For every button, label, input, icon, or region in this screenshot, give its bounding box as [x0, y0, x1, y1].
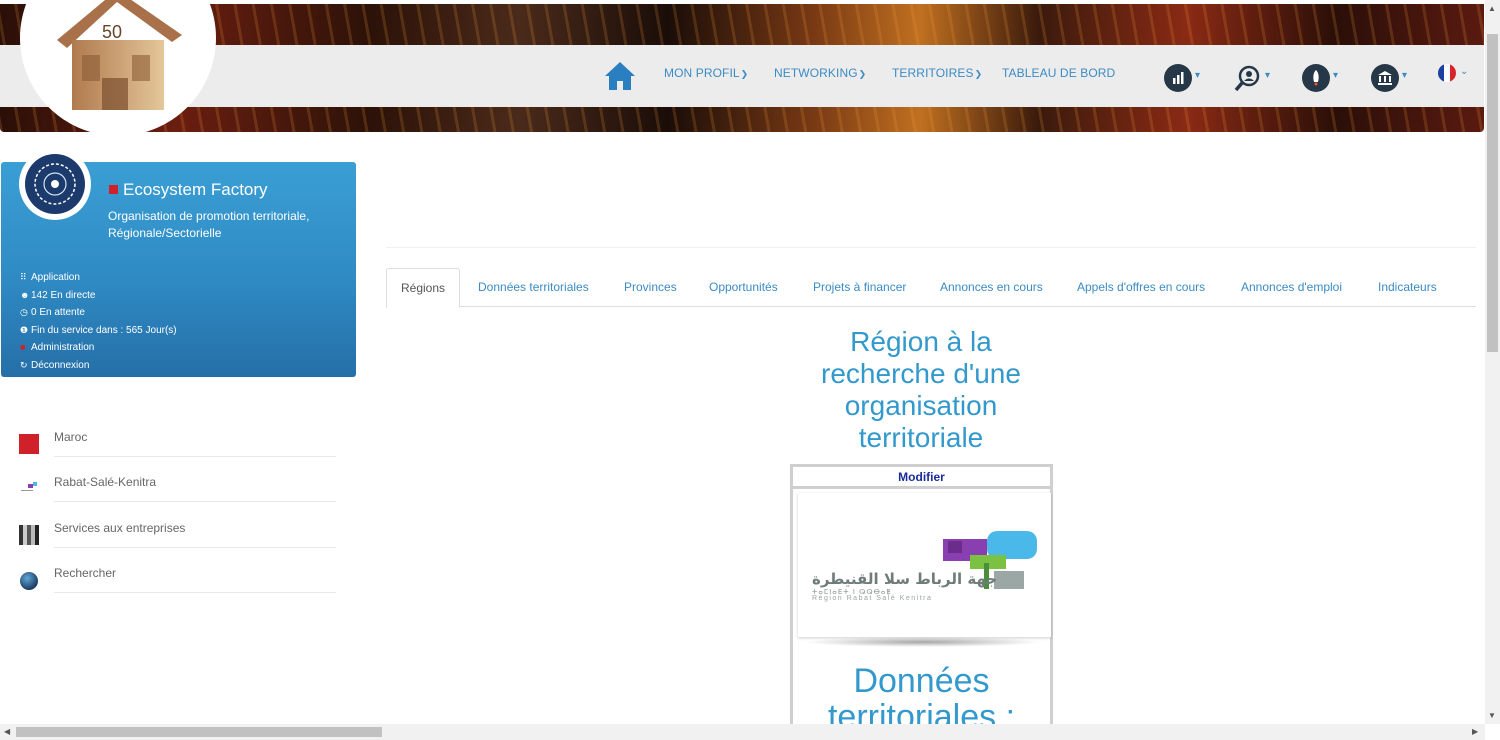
nav-networking[interactable]: NETWORKING❯	[774, 66, 866, 80]
region-heading: Région à la recherche d'une organisation…	[821, 326, 1021, 453]
region-logo-image: جهة الرباط سلا القنيطرة ⵜⴰⵎⵏⴰⴹⵜ ⵏ ⵕⵕⴱⴰⵟ …	[798, 493, 1051, 637]
nav-mon-profil[interactable]: MON PROFIL❯	[664, 66, 748, 80]
admin-icon: ■	[20, 342, 26, 352]
status-square-icon	[109, 185, 118, 194]
tab-annonces-emploi[interactable]: Annonces d'emploi	[1241, 268, 1342, 307]
home-icon[interactable]	[604, 60, 636, 92]
tab-annonces-en-cours[interactable]: Annonces en cours	[940, 268, 1043, 307]
nav-territoires[interactable]: TERRITOIRES❯	[892, 66, 982, 80]
users-icon: ☻	[20, 289, 30, 300]
tab-donnees-territoriales[interactable]: Données territoriales	[478, 268, 589, 307]
rocket-icon[interactable]	[1302, 64, 1330, 92]
chevron-down-icon[interactable]: ▾	[1265, 70, 1270, 81]
bank-icon[interactable]	[1371, 64, 1399, 92]
stat-en-directe[interactable]: ☻ 142 En directe	[20, 287, 177, 305]
svg-text:50: 50	[102, 22, 122, 42]
globe-icon	[20, 572, 38, 590]
chevron-down-icon[interactable]: ▾	[1195, 70, 1200, 81]
menu-deconnexion[interactable]: ↻ Déconnexion	[20, 357, 177, 375]
scroll-down-icon[interactable]: ▼	[1488, 711, 1496, 720]
building-icon	[19, 525, 39, 545]
search-user-icon[interactable]	[1234, 64, 1262, 92]
nav-tableau-de-bord[interactable]: TABLEAU DE BORD	[1002, 66, 1115, 80]
avatar[interactable]	[19, 148, 91, 220]
tab-projets-a-financer[interactable]: Projets à financer	[813, 268, 906, 307]
sidebar-item-maroc[interactable]: Maroc	[18, 430, 336, 480]
profile-info-list: ⠿ Application ☻ 142 En directe ◷ 0 En atten…	[20, 269, 177, 374]
logout-icon: ↻	[20, 359, 28, 370]
stat-en-attente[interactable]: ◷ 0 En attente	[20, 304, 177, 322]
snowflake-logo-icon	[34, 163, 76, 205]
clock-icon: ◷	[20, 307, 28, 317]
chevron-down-icon: ❯	[740, 69, 749, 79]
tab-indicateurs[interactable]: Indicateurs	[1378, 268, 1437, 307]
menu-administration[interactable]: ■ Administration	[20, 339, 177, 357]
grid-icon: ⠿	[20, 272, 27, 282]
chevron-down-icon[interactable]: ▾	[1402, 70, 1407, 81]
region-logo-icon	[19, 479, 39, 499]
chevron-down-icon[interactable]: ▾	[1333, 70, 1338, 81]
organisation-subtitle: Organisation de promotion territoriale, …	[108, 209, 310, 240]
chevron-down-icon[interactable]: ⌄	[1460, 66, 1468, 77]
organisation-title: Ecosystem Factory	[109, 180, 268, 200]
scroll-left-icon[interactable]: ◀	[4, 727, 10, 736]
france-flag-icon[interactable]	[1438, 64, 1456, 82]
service-end-info: ❶ Fin du service dans : 565 Jour(s)	[20, 322, 177, 340]
site-logo[interactable]: 50	[20, 0, 216, 136]
divider	[386, 247, 1476, 248]
sidebar-item-rabat-sale-kenitra[interactable]: Rabat-Salé-Kenitra	[18, 475, 336, 525]
content-tabs: Régions Données territoriales Provinces …	[386, 268, 1476, 308]
tab-appels-offres[interactable]: Appels d'offres en cours	[1077, 268, 1205, 307]
vertical-scrollbar[interactable]: ▲ ▼	[1485, 0, 1500, 724]
profile-card: Ecosystem Factory Organisation de promot…	[1, 148, 356, 377]
sidebar-item-services[interactable]: Services aux entreprises	[18, 521, 336, 571]
morocco-flag-icon	[19, 434, 39, 454]
info-icon: ❶	[20, 324, 29, 335]
tab-opportunites[interactable]: Opportunités	[709, 268, 778, 307]
chevron-down-icon: ❯	[974, 69, 983, 79]
chevron-down-icon: ❯	[858, 69, 867, 79]
scroll-up-icon[interactable]: ▲	[1488, 4, 1496, 13]
menu-application[interactable]: ⠿ Application	[20, 269, 177, 287]
scroll-right-icon[interactable]: ▶	[1472, 727, 1478, 736]
tab-regions[interactable]: Régions	[386, 268, 461, 308]
region-logo-frame: Modifier جهة الرباط سلا القنيطرة ⵜⴰⵎⵏⴰⴹⵜ…	[790, 464, 1053, 735]
modifier-button[interactable]: Modifier	[793, 467, 1050, 489]
bar-chart-icon[interactable]	[1164, 64, 1192, 92]
tab-provinces[interactable]: Provinces	[624, 268, 677, 307]
sidebar-item-rechercher[interactable]: Rechercher	[18, 566, 336, 616]
euro-house-icon: 50	[57, 0, 182, 110]
horizontal-scrollbar[interactable]: ◀ ▶	[0, 724, 1485, 740]
